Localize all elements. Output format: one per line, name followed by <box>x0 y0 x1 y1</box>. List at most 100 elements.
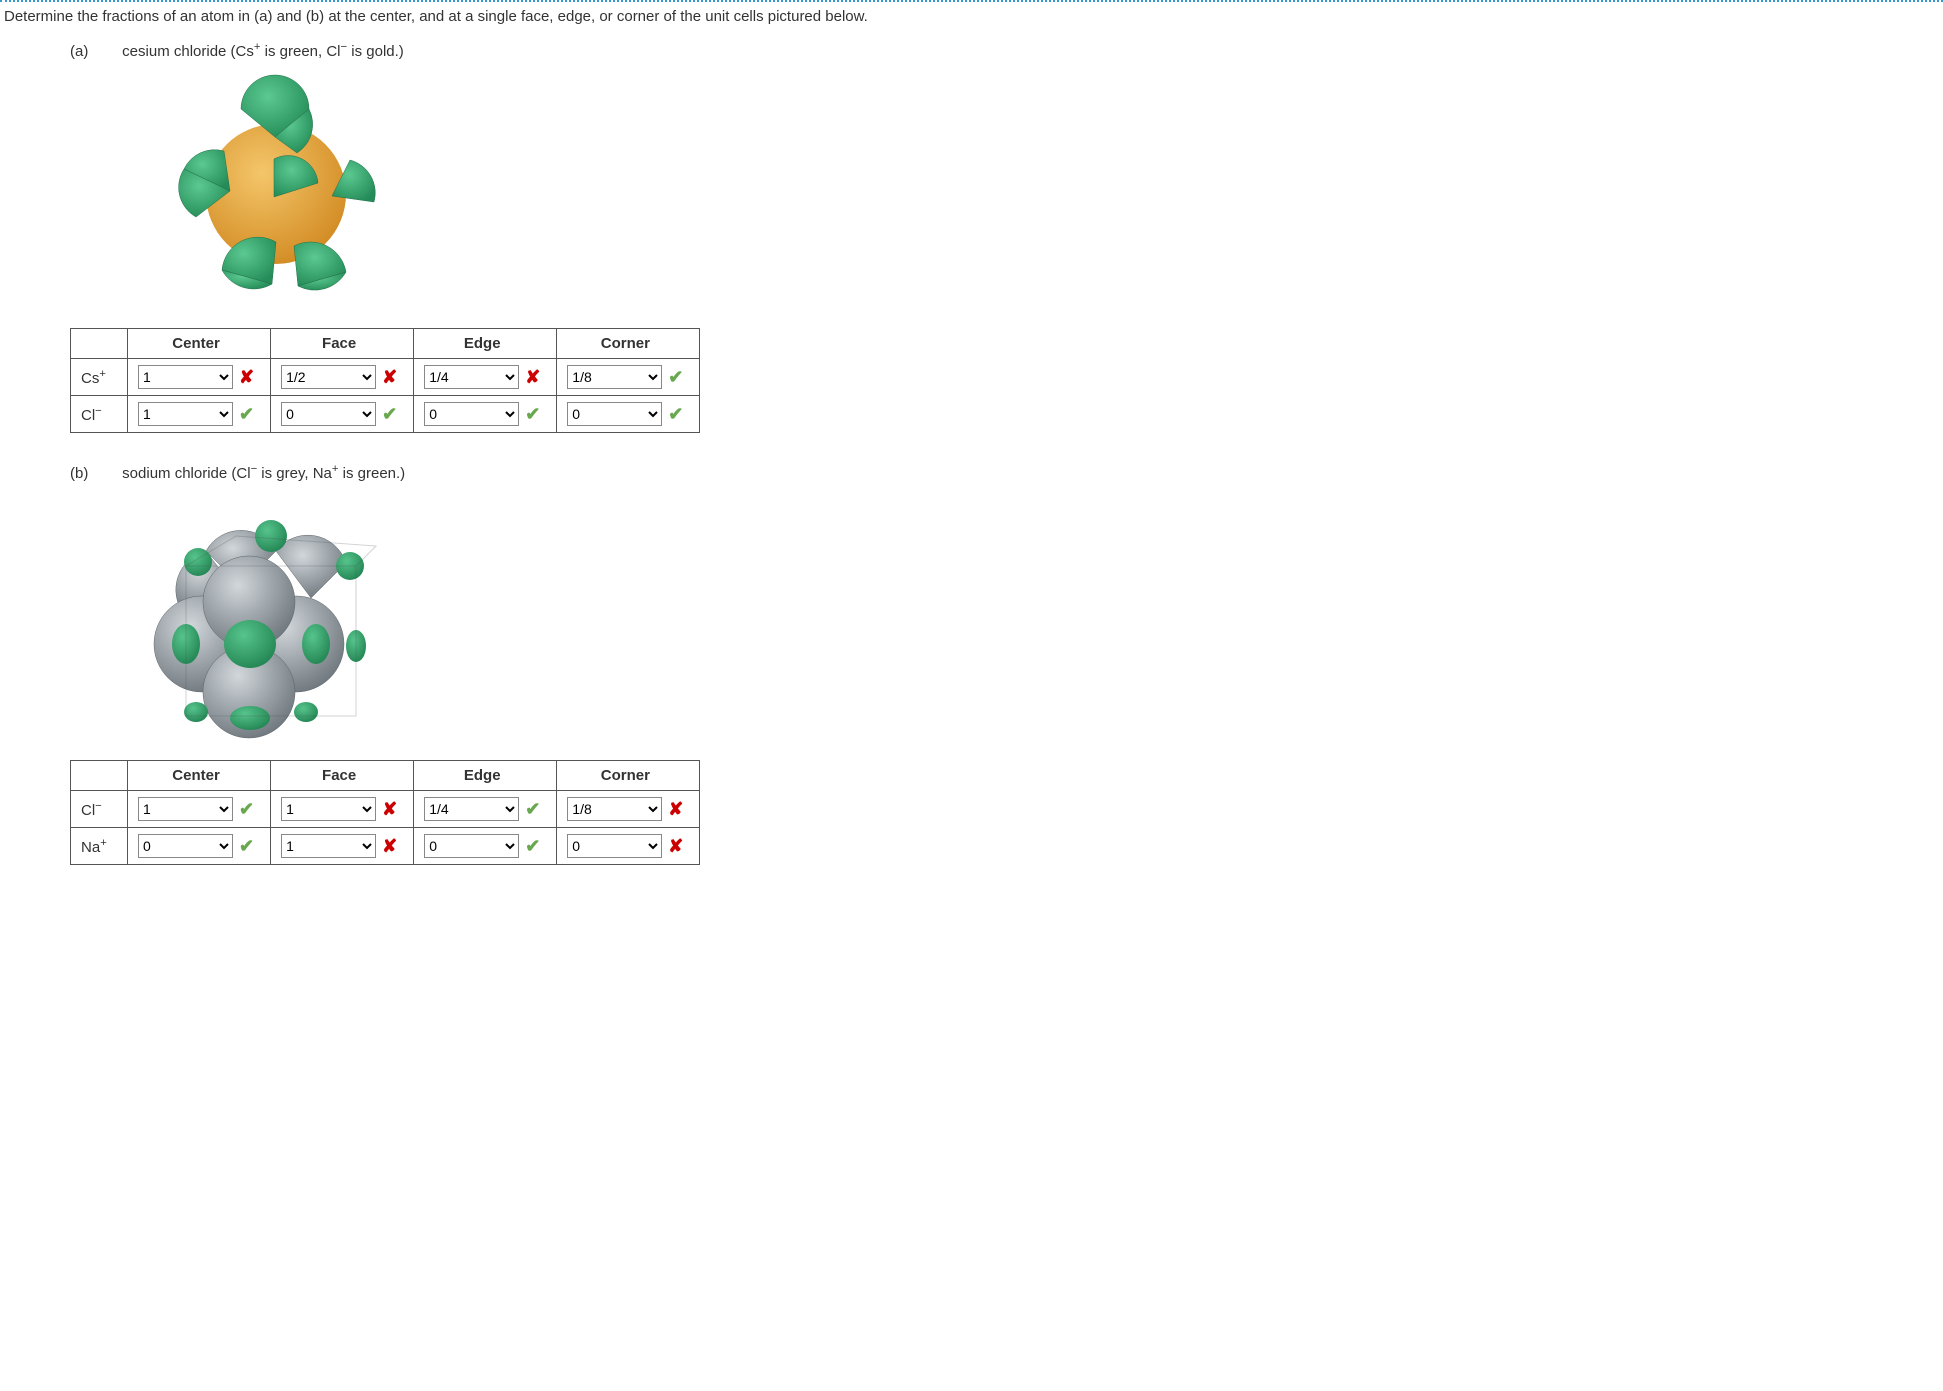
hdr-center-b: Center <box>128 761 271 791</box>
x-icon: ✘ <box>382 800 397 818</box>
nacl-illustration <box>146 496 1923 746</box>
fraction-select[interactable]: 01/81/41/21 <box>138 834 233 858</box>
select-wrap: 01/81/41/21 ✘ <box>567 797 683 821</box>
answer-cell: 01/81/41/21 ✔ <box>128 791 271 828</box>
prompt-text: Determine the fractions of an atom in (a… <box>4 8 868 25</box>
nacl-svg-icon <box>146 496 396 746</box>
check-icon: ✔ <box>239 800 254 818</box>
question-prompt: Determine the fractions of an atom in (a… <box>0 0 1943 25</box>
fraction-select[interactable]: 01/81/41/21 <box>567 797 662 821</box>
select-wrap: 01/81/41/21 ✘ <box>138 365 254 389</box>
fraction-select[interactable]: 01/81/41/21 <box>138 402 233 426</box>
part-b-desc: sodium chloride (Cl− is grey, Na+ is gre… <box>122 465 405 482</box>
answer-cell: 01/81/41/21 ✔ <box>128 396 271 433</box>
blank-header-b <box>71 761 128 791</box>
answer-cell: 01/81/41/21 ✔ <box>128 828 271 865</box>
x-icon: ✘ <box>668 837 683 855</box>
part-b-desc-pre: sodium chloride (Cl <box>122 465 250 482</box>
select-wrap: 01/81/41/21 ✘ <box>567 834 683 858</box>
answer-cell: 01/81/41/21 ✘ <box>557 828 700 865</box>
table-row: Cs+01/81/41/21✘01/81/41/21✘01/81/41/21✘0… <box>71 359 700 396</box>
check-icon: ✔ <box>525 405 540 423</box>
hdr-face-b: Face <box>271 761 414 791</box>
hdr-center: Center <box>128 329 271 359</box>
fraction-select[interactable]: 01/81/41/21 <box>424 797 519 821</box>
check-icon: ✔ <box>668 368 683 386</box>
fraction-select[interactable]: 01/81/41/21 <box>138 365 233 389</box>
fraction-select[interactable]: 01/81/41/21 <box>567 834 662 858</box>
answer-cell: 01/81/41/21 ✔ <box>414 828 557 865</box>
select-wrap: 01/81/41/21 ✔ <box>281 402 397 426</box>
select-wrap: 01/81/41/21 ✘ <box>281 834 397 858</box>
cscl-illustration <box>146 74 1923 314</box>
select-wrap: 01/81/41/21 ✘ <box>281 797 397 821</box>
part-a-desc: cesium chloride (Cs+ is green, Cl− is go… <box>122 43 404 60</box>
hdr-corner: Corner <box>557 329 700 359</box>
check-icon: ✔ <box>525 800 540 818</box>
part-a-desc-mid: is green, Cl <box>260 43 340 60</box>
part-b-desc-mid: is grey, Na <box>257 465 332 482</box>
select-wrap: 01/81/41/21 ✔ <box>567 402 683 426</box>
part-a: (a) cesium chloride (Cs+ is green, Cl− i… <box>70 41 1923 433</box>
fraction-select[interactable]: 01/81/41/21 <box>424 834 519 858</box>
select-wrap: 01/81/41/21✘ <box>424 365 540 389</box>
check-icon: ✔ <box>239 405 254 423</box>
x-icon: ✘ <box>239 368 254 386</box>
part-a-tbody: Cs+01/81/41/21✘01/81/41/21✘01/81/41/21✘0… <box>71 359 700 433</box>
part-a-desc-pre: cesium chloride (Cs <box>122 43 254 60</box>
fraction-select[interactable]: 01/81/41/21 <box>281 797 376 821</box>
check-icon: ✔ <box>239 837 254 855</box>
fraction-select[interactable]: 01/81/41/21 <box>567 365 662 389</box>
blank-header <box>71 329 128 359</box>
part-b-desc-post: is green.) <box>338 465 405 482</box>
fraction-select[interactable]: 01/81/41/21 <box>424 365 519 389</box>
answer-cell: 01/81/41/21 ✔ <box>414 791 557 828</box>
select-wrap: 01/81/41/21 ✔ <box>424 402 540 426</box>
fraction-select[interactable]: 01/81/41/21 <box>424 402 519 426</box>
fraction-select[interactable]: 01/81/41/21 <box>138 797 233 821</box>
part-a-table: Center Face Edge Corner Cs+ 01/81/41/21 ✘ 0… <box>70 328 700 433</box>
part-b: (b) sodium chloride (Cl− is grey, Na+ is… <box>70 463 1923 865</box>
hdr-corner-b: Corner <box>557 761 700 791</box>
answer-cell: 01/81/41/21 ✘ <box>271 359 414 396</box>
answer-cell: 01/81/41/21 ✘ <box>271 828 414 865</box>
row-ion-label: Cl− <box>71 791 128 828</box>
table-row: Cl−01/81/41/21✔01/81/41/21✔01/81/41/21✔0… <box>71 396 700 433</box>
answer-cell: 01/81/41/21 ✔ <box>557 396 700 433</box>
part-b-table: Center Face Edge Corner Cl−01/81/41/21✔0… <box>70 760 700 865</box>
select-wrap: 01/81/41/21 ✔ <box>424 797 540 821</box>
select-wrap: 01/81/41/21 ✔ <box>567 365 683 389</box>
part-a-label: (a) <box>70 43 118 60</box>
fraction-select[interactable]: 01/81/41/21 <box>281 834 376 858</box>
answer-cell: 01/81/41/21 ✘ <box>271 791 414 828</box>
check-icon: ✔ <box>382 405 397 423</box>
hdr-face: Face <box>271 329 414 359</box>
part-b-label: (b) <box>70 465 118 482</box>
row-ion-label: Cs+ <box>71 359 128 396</box>
select-wrap: 01/81/41/21 ✔ <box>424 834 540 858</box>
hdr-edge-b: Edge <box>414 761 557 791</box>
cscl-svg-icon <box>146 74 406 314</box>
x-icon: ✘ <box>382 837 397 855</box>
answer-cell: 01/81/41/21 ✔ <box>414 396 557 433</box>
x-icon: ✘ <box>668 800 683 818</box>
fraction-select[interactable]: 01/81/41/21 <box>281 365 376 389</box>
row-ion-label: Na+ <box>71 828 128 865</box>
answer-cell: 01/81/41/21 ✘ <box>557 791 700 828</box>
select-wrap: 01/81/41/21 ✔ <box>138 797 254 821</box>
answer-cell: 01/81/41/21 ✔ <box>271 396 414 433</box>
select-wrap: 01/81/41/21 ✘ <box>281 365 397 389</box>
row-ion-label: Cl− <box>71 396 128 433</box>
fraction-select[interactable]: 01/81/41/21 <box>567 402 662 426</box>
answer-cell: 01/81/41/21 ✘ <box>128 359 271 396</box>
hdr-edge: Edge <box>414 329 557 359</box>
select-wrap: 01/81/41/21 ✔ <box>138 402 254 426</box>
check-icon: ✔ <box>525 837 540 855</box>
table-row: Cl−01/81/41/21✔01/81/41/21✘01/81/41/21✔0… <box>71 791 700 828</box>
check-icon: ✔ <box>668 405 683 423</box>
fraction-select[interactable]: 01/81/41/21 <box>281 402 376 426</box>
table-row: Na+01/81/41/21✔01/81/41/21✘01/81/41/21✔0… <box>71 828 700 865</box>
part-a-desc-post: is gold.) <box>347 43 404 60</box>
answer-cell: 01/81/41/21✘ <box>414 359 557 396</box>
x-icon: ✘ <box>382 368 397 386</box>
